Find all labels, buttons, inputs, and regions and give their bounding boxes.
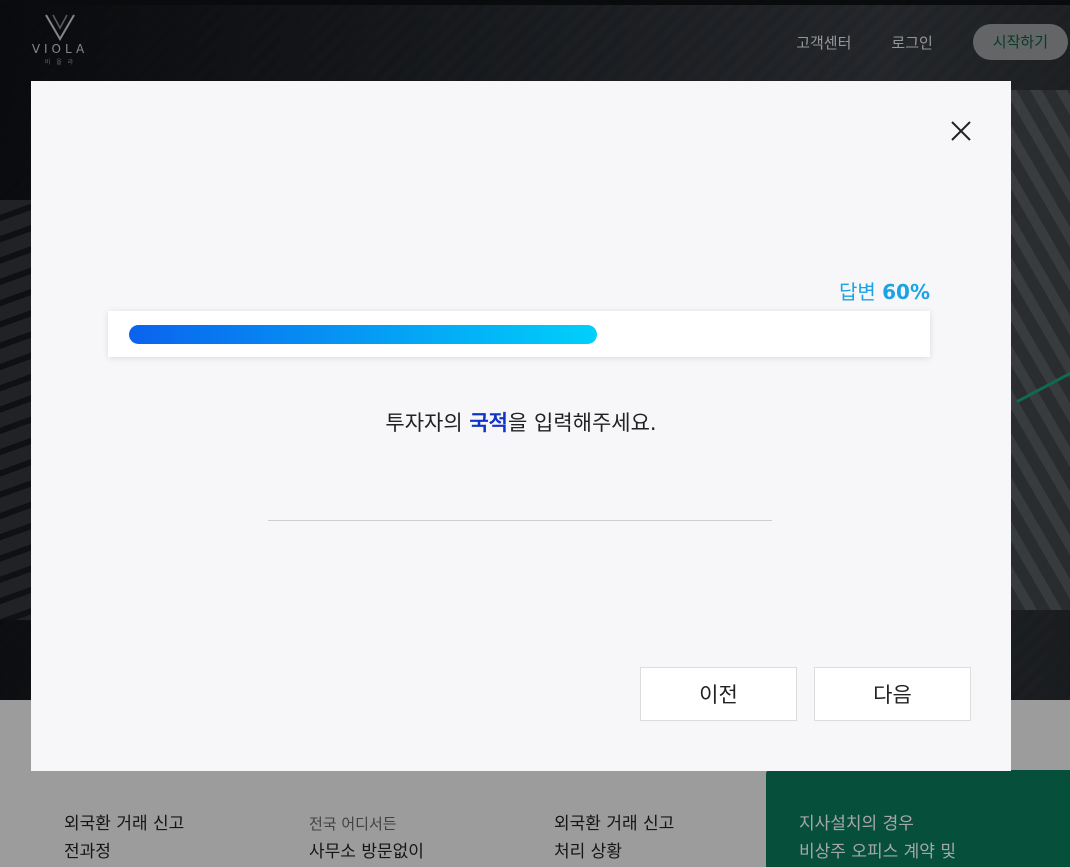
progress-percent: 60% bbox=[882, 280, 930, 304]
next-button[interactable]: 다음 bbox=[814, 667, 971, 721]
close-icon bbox=[951, 121, 971, 141]
progress-label: 답변 60% bbox=[839, 276, 930, 305]
nationality-input[interactable] bbox=[268, 486, 772, 521]
survey-modal: 답변 60% 투자자의 국적을 입력해주세요. 이전 다음 bbox=[31, 81, 1011, 771]
progress-prefix: 답변 bbox=[838, 280, 876, 304]
close-button[interactable] bbox=[947, 117, 975, 145]
prev-button[interactable]: 이전 bbox=[640, 667, 797, 721]
question-after: 을 입력해주세요. bbox=[508, 411, 657, 435]
question-before: 투자자의 bbox=[385, 411, 470, 435]
question-text: 투자자의 국적을 입력해주세요. bbox=[31, 407, 1011, 437]
question-highlight: 국적 bbox=[469, 411, 508, 435]
progress-bar bbox=[108, 311, 930, 357]
progress-fill bbox=[129, 325, 597, 344]
